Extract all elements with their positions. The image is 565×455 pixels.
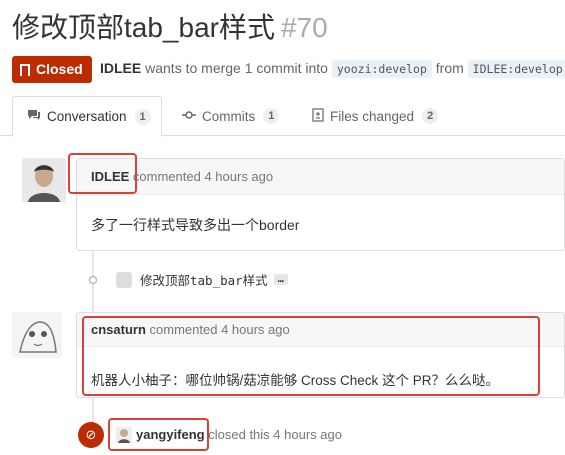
commit-icon [182, 109, 196, 123]
pr-meta: IDLEE wants to merge 1 commit into yoozi… [100, 60, 565, 78]
github-avatar-icon [116, 271, 132, 288]
tab-counter: 1 [134, 108, 151, 125]
tab-label: Files changed [330, 108, 415, 124]
comment-body: 多了一行样式导致多出一个border [91, 217, 300, 233]
highlight-box [68, 153, 137, 194]
highlight-box [82, 316, 540, 396]
tab-label: Conversation [47, 109, 127, 124]
closed-event-time[interactable]: closed this 4 hours ago [208, 427, 342, 442]
head-branch[interactable]: IDLEE:develop [467, 60, 565, 78]
pr-number: #70 [280, 12, 328, 43]
tab-commits[interactable]: Commits 1 [168, 96, 280, 136]
closed-event-icon: ⊘ [78, 422, 104, 448]
tab-counter: 1 [263, 108, 280, 124]
comment-box: IDLEE commented 4 hours ago 多了一行样式导致多出一个… [76, 158, 565, 251]
commit-expand-button[interactable]: … [273, 274, 288, 285]
pr-title: 修改顶部tab_bar样式 #70 [12, 10, 328, 46]
commit-ref: 修改顶部tab_bar样式 … [116, 270, 288, 289]
tab-files-changed[interactable]: Files changed 2 [298, 96, 439, 136]
tab-counter: 2 [422, 108, 439, 124]
comment-header: IDLEE commented 4 hours ago [77, 159, 564, 195]
meta-text-1: wants to merge 1 commit into [145, 60, 328, 76]
state-badge: Closed [12, 56, 92, 83]
commit-node-icon [84, 273, 102, 285]
state-label: Closed [36, 61, 83, 77]
pr-title-text: 修改顶部tab_bar样式 [12, 12, 275, 43]
highlight-box [108, 418, 209, 451]
commit-message-link[interactable]: 修改顶部tab_bar样式 [140, 270, 268, 289]
avatar[interactable] [12, 312, 62, 358]
avatar[interactable] [22, 158, 66, 202]
pr-tabs: Conversation 1 Commits 1 Files changed 2 [0, 96, 565, 137]
file-diff-icon [312, 107, 324, 125]
meta-text-2: from [435, 60, 464, 76]
comment-time[interactable]: commented 4 hours ago [133, 169, 273, 184]
tab-conversation[interactable]: Conversation 1 [12, 96, 162, 137]
base-branch[interactable]: yoozi:develop [331, 60, 432, 78]
comment-icon [27, 109, 41, 124]
tab-label: Commits [202, 108, 256, 124]
pr-author-link[interactable]: IDLEE [100, 60, 141, 76]
pull-request-closed-icon [20, 63, 30, 76]
